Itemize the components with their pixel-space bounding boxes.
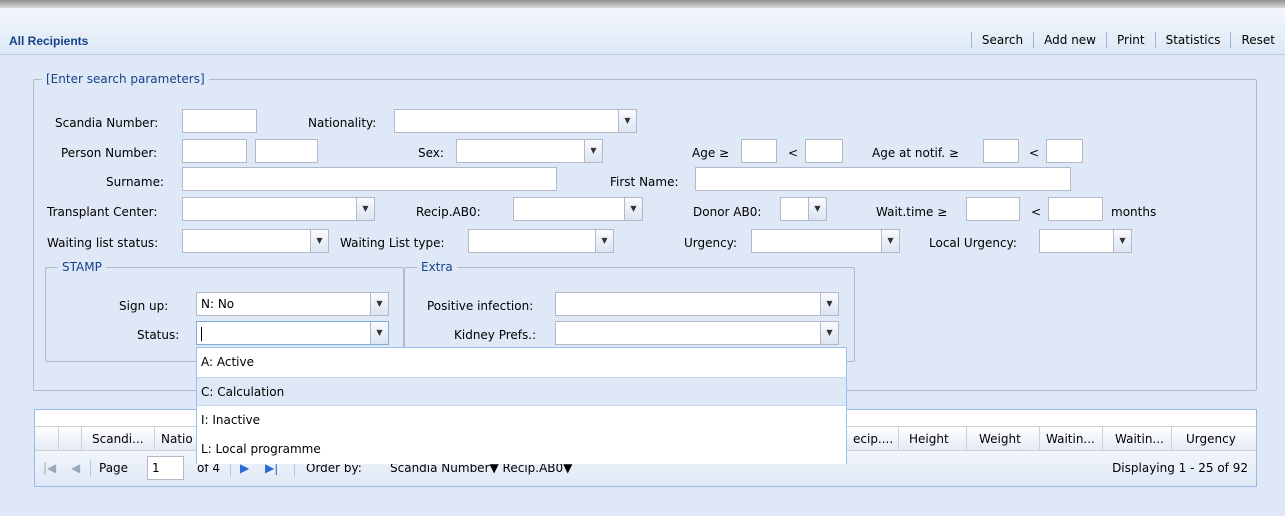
transplant-center-select[interactable]: ▼: [182, 197, 375, 221]
age-min-input[interactable]: [741, 139, 777, 163]
add-new-button[interactable]: Add new: [1034, 33, 1106, 47]
sex-select[interactable]: ▼: [456, 139, 603, 163]
chevron-down-icon[interactable]: ▼: [370, 293, 388, 315]
months-label: months: [1111, 205, 1157, 219]
wait-time-min-input[interactable]: [966, 197, 1020, 221]
paging-separator: [90, 460, 91, 477]
column-header-height[interactable]: Height: [899, 427, 967, 451]
stamp-legend: STAMP: [58, 260, 106, 274]
first-name-input[interactable]: [695, 167, 1071, 191]
column-header-waiting-1[interactable]: Waitin...: [1040, 427, 1103, 451]
person-number-input-2[interactable]: [255, 139, 318, 163]
surname-label: Surname:: [106, 175, 165, 189]
display-info: Displaying 1 - 25 of 92: [1112, 461, 1248, 475]
age-label: Age ≥: [692, 146, 730, 160]
transplant-center-label: Transplant Center:: [47, 205, 158, 219]
wait-time-label: Wait.time ≥: [876, 205, 948, 219]
search-parameters-legend: [Enter search parameters]: [42, 72, 209, 86]
recip-ab0-label: Recip.AB0:: [416, 205, 481, 219]
person-number-label: Person Number:: [61, 146, 158, 160]
positive-infection-select[interactable]: ▼: [555, 292, 839, 316]
search-button[interactable]: Search: [972, 33, 1033, 47]
kidney-prefs-select[interactable]: ▼: [555, 321, 839, 345]
column-header-weight[interactable]: Weight: [967, 427, 1040, 451]
kidney-prefs-label: Kidney Prefs.:: [454, 328, 537, 342]
age-notif-max-input[interactable]: [1046, 139, 1083, 163]
wait-time-lt-label: <: [1031, 205, 1042, 219]
scandia-number-input[interactable]: [182, 109, 257, 133]
age-notif-min-input[interactable]: [983, 139, 1019, 163]
panel-header: All Recipients Search Add new Print Stat…: [0, 8, 1285, 55]
chevron-down-icon[interactable]: ▼: [881, 230, 899, 252]
chevron-down-icon[interactable]: ▼: [820, 322, 838, 344]
page-label: Page: [99, 461, 129, 475]
chevron-down-icon[interactable]: ▼: [356, 198, 374, 220]
waiting-list-type-select[interactable]: ▼: [468, 229, 614, 253]
statistics-button[interactable]: Statistics: [1156, 33, 1231, 47]
reset-button[interactable]: Reset: [1231, 33, 1285, 47]
status-option-active[interactable]: A: Active: [197, 348, 846, 377]
surname-input[interactable]: [182, 167, 557, 191]
column-header-recip[interactable]: ecip....: [847, 427, 899, 451]
waiting-list-status-select[interactable]: ▼: [182, 229, 329, 253]
donor-ab0-select[interactable]: ▼: [780, 197, 827, 221]
nationality-select[interactable]: ▼: [394, 109, 637, 133]
status-option-local-programme[interactable]: L: Local programme: [197, 435, 846, 464]
age-notif-lt-label: <: [1029, 146, 1040, 160]
chevron-down-icon[interactable]: ▼: [370, 322, 388, 344]
first-name-label: First Name:: [610, 175, 679, 189]
status-label: Status:: [137, 328, 180, 342]
sign-up-select[interactable]: N: No ▼: [196, 292, 389, 316]
chevron-down-icon[interactable]: ▼: [310, 230, 328, 252]
status-select[interactable]: ▼: [196, 321, 389, 345]
first-page-icon[interactable]: |◀: [43, 451, 56, 486]
wait-time-max-input[interactable]: [1048, 197, 1103, 221]
nationality-label: Nationality:: [308, 116, 377, 130]
chevron-down-icon[interactable]: ▼: [584, 140, 602, 162]
chevron-down-icon[interactable]: ▼: [1113, 230, 1131, 252]
scandia-number-label: Scandia Number:: [55, 116, 159, 130]
toolbar: Search Add new Print Statistics Reset: [970, 28, 1285, 52]
waiting-list-status-label: Waiting list status:: [47, 236, 159, 250]
status-option-inactive[interactable]: I: Inactive: [197, 406, 846, 435]
urgency-select[interactable]: ▼: [751, 229, 900, 253]
window-top-edge: [0, 0, 1285, 8]
panel-title: All Recipients: [9, 34, 89, 48]
age-at-notification-label: Age at notif. ≥: [872, 146, 959, 160]
donor-ab0-label: Donor AB0:: [693, 205, 762, 219]
person-number-input-1[interactable]: [182, 139, 247, 163]
waiting-list-type-label: Waiting List type:: [340, 236, 445, 250]
chevron-down-icon[interactable]: ▼: [618, 110, 636, 132]
status-dropdown-list: A: Active C: Calculation I: Inactive L: …: [196, 347, 847, 464]
status-option-calculation[interactable]: C: Calculation: [197, 377, 846, 406]
sex-label: Sex:: [418, 146, 444, 160]
recip-ab0-select[interactable]: ▼: [513, 197, 643, 221]
positive-infection-label: Positive infection:: [427, 299, 534, 313]
grid-column-expander: [35, 427, 59, 451]
prev-page-icon[interactable]: ◀: [71, 451, 80, 486]
chevron-down-icon[interactable]: ▼: [595, 230, 613, 252]
extra-legend: Extra: [417, 260, 457, 274]
grid-column-checker[interactable]: [59, 427, 82, 451]
page-number-input[interactable]: 1: [147, 456, 184, 480]
age-max-input[interactable]: [805, 139, 843, 163]
sign-up-value: N: No: [201, 297, 235, 311]
local-urgency-select[interactable]: ▼: [1039, 229, 1132, 253]
column-header-scandia[interactable]: Scandi...: [82, 427, 155, 451]
chevron-down-icon[interactable]: ▼: [624, 198, 642, 220]
column-header-urgency[interactable]: Urgency: [1172, 427, 1256, 451]
urgency-label: Urgency:: [684, 236, 737, 250]
local-urgency-label: Local Urgency:: [929, 236, 1017, 250]
column-header-waiting-2[interactable]: Waitin...: [1103, 427, 1172, 451]
chevron-down-icon[interactable]: ▼: [820, 293, 838, 315]
chevron-down-icon[interactable]: ▼: [808, 198, 826, 220]
age-lt-label: <: [788, 146, 799, 160]
print-button[interactable]: Print: [1107, 33, 1155, 47]
sign-up-label: Sign up:: [119, 299, 169, 313]
text-caret: [201, 326, 202, 341]
